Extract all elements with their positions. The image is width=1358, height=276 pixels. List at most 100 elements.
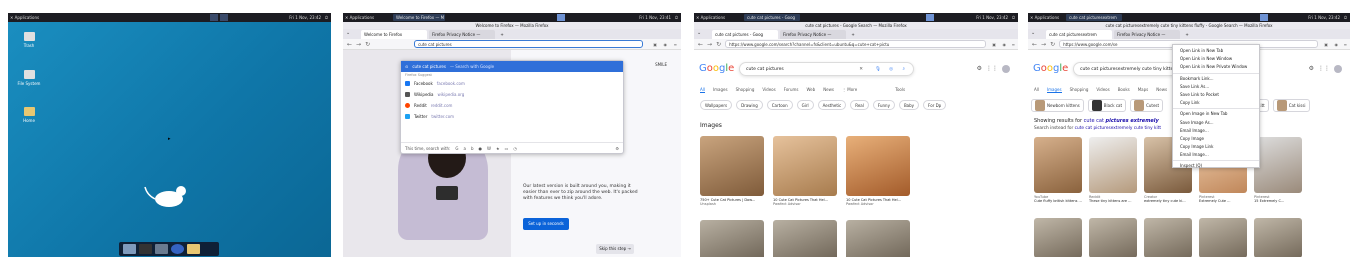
tab-list-icon[interactable]: ⌄ <box>346 30 358 36</box>
ctx-email-image-2[interactable]: Email Image... <box>1173 151 1259 159</box>
show-desktop-icon[interactable] <box>123 244 136 254</box>
tab-videos[interactable]: Videos <box>762 87 775 93</box>
corrected-query-link[interactable]: cute cat <box>1084 118 1104 124</box>
skip-button[interactable]: Skip this step → <box>596 244 634 254</box>
chip-black-cat[interactable]: Black cat <box>1087 99 1127 112</box>
google-logo[interactable]: Google <box>1033 63 1068 74</box>
power-icon[interactable]: ⏻ <box>675 13 678 22</box>
cat-image[interactable] <box>773 136 837 196</box>
cat-image[interactable] <box>1199 218 1247 257</box>
menu-icon[interactable]: ≡ <box>1344 41 1347 48</box>
tab-images[interactable]: Images <box>1046 87 1062 93</box>
workspace-1[interactable] <box>557 14 565 21</box>
bing-engine-icon[interactable]: b <box>471 143 474 153</box>
applications-menu[interactable]: ✕ Applications <box>1030 13 1059 22</box>
tab-more[interactable]: ⋮ More <box>842 87 857 93</box>
taskbar-window-button[interactable]: Welcome to Firefox — M <box>393 14 445 21</box>
cat-image[interactable] <box>1089 218 1137 257</box>
cat-image[interactable] <box>700 136 764 196</box>
image-result[interactable]: 750+ Cute Cat Pictures | Dow... Unsplash <box>700 136 764 206</box>
corrected-query-bold[interactable]: pictures extremely <box>1106 118 1159 124</box>
power-icon[interactable]: ⏻ <box>1344 13 1347 22</box>
ctx-save-image-as[interactable]: Save Image As... <box>1173 119 1259 127</box>
suggestion-wikipedia[interactable]: Wikipedia wikipedia.org <box>401 89 623 100</box>
google-logo[interactable]: Google <box>699 63 734 74</box>
back-icon[interactable]: ← <box>698 41 703 48</box>
chip-newborn-kittens[interactable]: Newborn kittens <box>1031 99 1084 112</box>
ctx-bookmark-link[interactable]: Bookmark Link... <box>1173 75 1259 83</box>
applications-menu[interactable]: ✕ Applications <box>696 13 725 22</box>
ctx-email-image[interactable]: Email Image... <box>1173 127 1259 135</box>
reload-icon[interactable]: ↻ <box>716 41 721 48</box>
chip-cartoon[interactable]: Cartoon <box>766 100 793 110</box>
suggestion-reddit[interactable]: Reddit reddit.com <box>401 100 623 111</box>
url-bar[interactable]: cute cat pictures <box>414 40 643 48</box>
ctx-copy-image[interactable]: Copy Image <box>1173 135 1259 143</box>
cat-image[interactable] <box>1089 137 1137 193</box>
url-bar[interactable]: https://www.google.com/search?channel=fs… <box>725 40 986 48</box>
history-icon[interactable]: ◷ <box>513 143 517 153</box>
terminal-icon[interactable] <box>139 244 152 254</box>
avatar[interactable] <box>1334 65 1342 73</box>
apps-icon[interactable]: ⋮⋮ <box>986 65 998 73</box>
tab-privacy-notice[interactable]: Firefox Privacy Notice — <box>780 30 846 39</box>
cat-image[interactable] <box>846 136 910 196</box>
tab-list-icon[interactable]: ⌄ <box>697 30 709 36</box>
cat-image[interactable] <box>1034 137 1082 193</box>
cat-image[interactable] <box>846 220 910 257</box>
applications-menu[interactable]: ✕ Applications <box>10 13 39 22</box>
cat-image[interactable] <box>1034 218 1082 257</box>
account-icon[interactable]: ◉ <box>1003 41 1007 48</box>
back-icon[interactable]: ← <box>1032 41 1037 48</box>
tab-shopping[interactable]: Shopping <box>1070 87 1089 93</box>
cat-image[interactable] <box>1144 218 1192 257</box>
ctx-save-link-pocket[interactable]: Save Link to Pocket <box>1173 91 1259 99</box>
workspace-1[interactable] <box>1260 14 1268 21</box>
folder-dock-icon[interactable] <box>187 244 200 254</box>
ctx-copy-link[interactable]: Copy Link <box>1173 99 1259 107</box>
tab-privacy-notice[interactable]: Firefox Privacy Notice — <box>1114 30 1180 39</box>
forward-icon[interactable]: → <box>356 41 361 48</box>
ctx-open-new-tab[interactable]: Open Link in New Tab <box>1173 47 1259 55</box>
tab-all[interactable]: All <box>1034 87 1039 93</box>
tab-images[interactable]: Images <box>713 87 728 93</box>
forward-icon[interactable]: → <box>707 41 712 48</box>
ctx-open-new-window[interactable]: Open Link in New Window <box>1173 55 1259 63</box>
chip-real[interactable]: Real <box>850 100 869 110</box>
tab-privacy-notice[interactable]: Firefox Privacy Notice — <box>429 30 495 39</box>
ctx-save-link-as[interactable]: Save Link As... <box>1173 83 1259 91</box>
settings-icon[interactable]: ⚙ <box>1309 65 1314 73</box>
back-icon[interactable]: ← <box>347 41 352 48</box>
cat-image[interactable] <box>700 220 764 257</box>
pocket-icon[interactable]: ▣ <box>992 41 996 48</box>
google-engine-icon[interactable]: G <box>455 143 458 153</box>
amazon-engine-icon[interactable]: a <box>464 143 466 153</box>
forward-icon[interactable]: → <box>1041 41 1046 48</box>
apps-icon[interactable]: ⋮⋮ <box>1318 65 1330 73</box>
pocket-icon[interactable]: ▣ <box>1324 41 1328 48</box>
cat-image[interactable] <box>1254 218 1302 257</box>
image-result[interactable]: 10 Cute Cat Pictures That Hel... Pawfect … <box>773 136 837 206</box>
ctx-inspect[interactable]: Inspect (Q) <box>1173 162 1259 170</box>
workspace-1[interactable] <box>210 14 218 21</box>
applications-menu[interactable]: ✕ Applications <box>345 13 374 22</box>
menu-icon[interactable]: ≡ <box>674 41 677 48</box>
pocket-icon[interactable]: ▣ <box>653 41 657 48</box>
new-tab-button[interactable]: + <box>848 30 858 39</box>
tab-news[interactable]: News <box>1156 87 1167 93</box>
account-icon[interactable]: ◉ <box>1335 41 1339 48</box>
reload-icon[interactable]: ↻ <box>1050 41 1055 48</box>
tab-web[interactable]: Web <box>806 87 815 93</box>
browser-icon[interactable] <box>171 244 184 254</box>
tabs-icon[interactable]: ▭ <box>505 143 509 153</box>
account-icon[interactable]: ◉ <box>664 41 668 48</box>
tab-all[interactable]: All <box>700 87 705 93</box>
chip-cat-kissing[interactable]: Cat kissi <box>1272 99 1310 112</box>
tab-forums[interactable]: Forums <box>784 87 799 93</box>
chip-funny[interactable]: Funny <box>872 100 895 110</box>
chip-aesthetic[interactable]: Aesthetic <box>817 100 847 110</box>
suggestion-search-google[interactable]: ⊙ cute cat pictures — Search with Google <box>401 61 623 72</box>
clear-icon[interactable]: ✕ <box>859 63 863 76</box>
image-result[interactable]: 10 Cute Cat Pictures That Hel... Pawfect … <box>846 136 910 206</box>
chip-girl[interactable]: Girl <box>796 100 814 110</box>
